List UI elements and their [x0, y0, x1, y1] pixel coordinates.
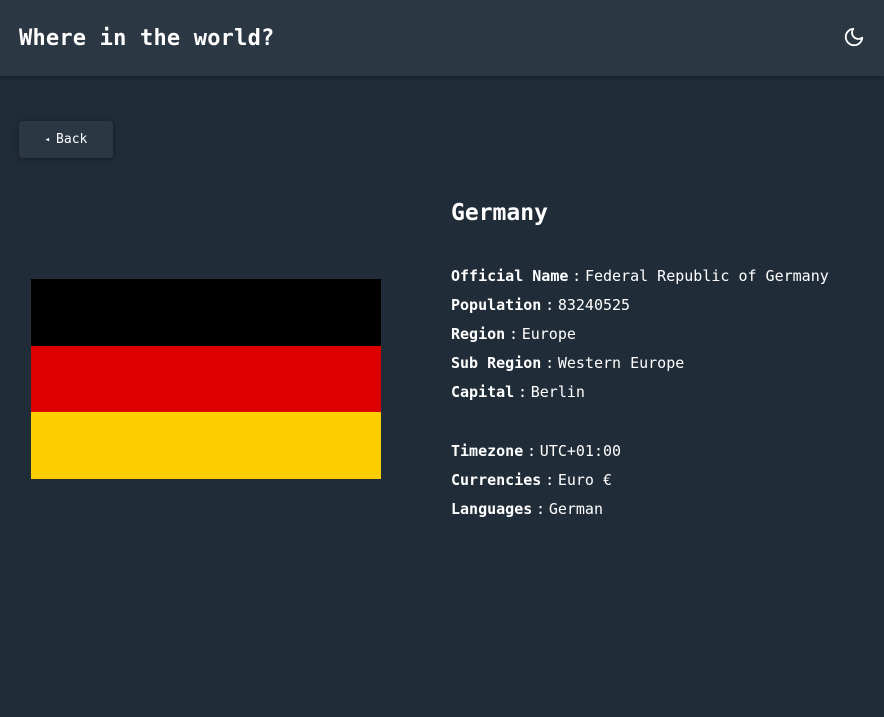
detail-separator: :	[508, 325, 518, 343]
flag-stripe-gold	[31, 412, 381, 479]
detail-label: Sub Region	[451, 354, 542, 372]
detail-value: UTC+01:00	[539, 442, 622, 460]
country-details: Germany Official Name: Federal Republic o…	[451, 196, 881, 524]
primary-details: Official Name: Federal Republic of German…	[451, 262, 881, 407]
detail-label: Region	[451, 325, 506, 343]
detail-label: Currencies	[451, 471, 542, 489]
detail-region: Region: Europe	[451, 320, 881, 349]
detail-value: German	[548, 500, 603, 518]
detail-capital: Capital: Berlin	[451, 378, 881, 407]
detail-label: Population	[451, 296, 542, 314]
detail-value: 83240525	[557, 296, 631, 314]
detail-separator: :	[545, 296, 555, 314]
back-button[interactable]: ◂ Back	[19, 121, 113, 158]
detail-timezone: Timezone: UTC+01:00	[451, 437, 881, 466]
app-title: Where in the world?	[19, 26, 275, 51]
country-flag	[31, 279, 381, 479]
detail-separator: :	[536, 500, 546, 518]
flag-stripe-black	[31, 279, 381, 346]
detail-currencies: Currencies: Euro €	[451, 466, 881, 495]
detail-value: Berlin	[530, 383, 585, 401]
back-button-label: Back	[56, 132, 88, 147]
detail-separator: :	[545, 354, 555, 372]
country-name: Germany	[451, 200, 548, 226]
theme-toggle-button[interactable]	[840, 23, 868, 51]
secondary-details: Timezone: UTC+01:00 Currencies: Euro € Lan…	[451, 437, 881, 524]
detail-value: Euro €	[557, 471, 613, 489]
detail-value: Western Europe	[557, 354, 685, 372]
detail-value: Europe	[521, 325, 576, 343]
detail-separator: :	[545, 471, 555, 489]
detail-population: Population:83240525	[451, 291, 881, 320]
flag-stripe-red	[31, 345, 381, 413]
back-arrow-icon: ◂	[44, 134, 51, 145]
detail-separator: :	[517, 383, 527, 401]
detail-label: Capital	[451, 383, 515, 401]
top-navbar: Where in the world?	[0, 0, 884, 76]
detail-languages: Languages: German	[451, 495, 881, 524]
detail-official-name: Official Name: Federal Republic of German…	[451, 262, 881, 291]
detail-separator: :	[527, 442, 537, 460]
detail-sub-region: Sub Region: Western Europe	[451, 349, 881, 378]
detail-label: Timezone	[451, 442, 524, 460]
detail-separator: :	[572, 267, 582, 285]
moon-icon	[844, 27, 864, 47]
detail-label: Languages	[451, 500, 533, 518]
detail-label: Official Name	[451, 267, 569, 285]
detail-value: Federal Republic of Germany	[584, 267, 829, 285]
